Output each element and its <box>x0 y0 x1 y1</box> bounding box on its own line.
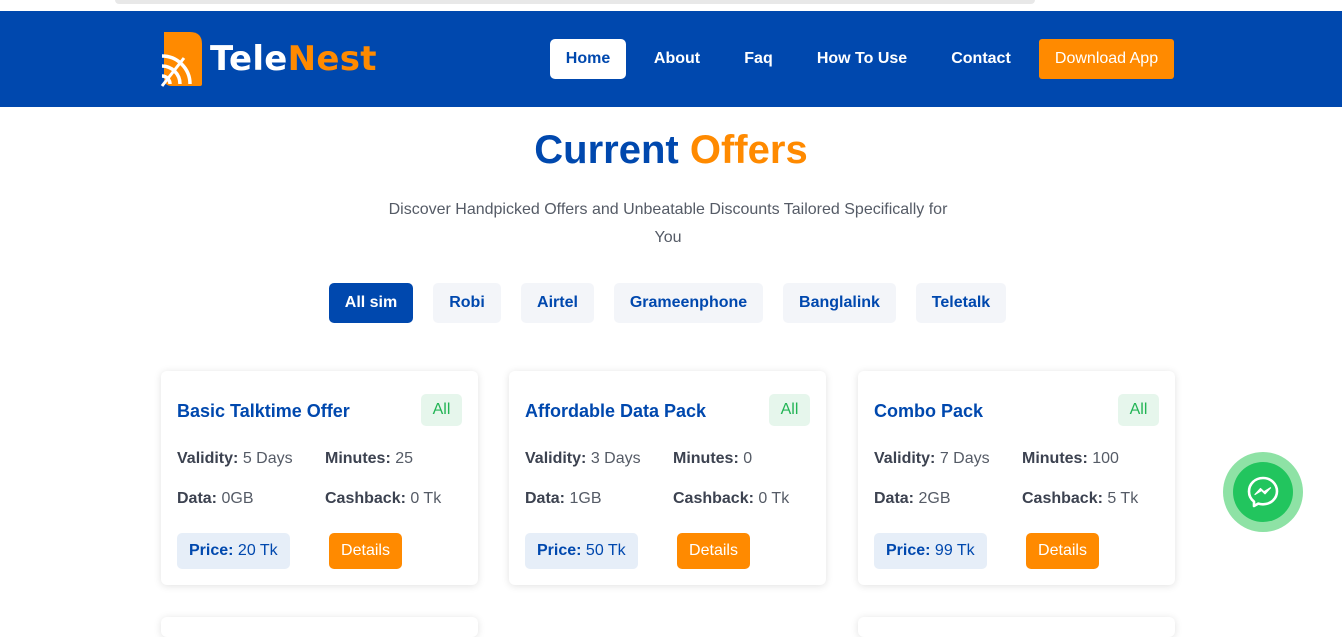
filter-robi[interactable]: Robi <box>433 283 501 323</box>
nav-how-to-use[interactable]: How To Use <box>804 39 920 79</box>
messenger-chat-button[interactable] <box>1223 452 1303 532</box>
offer-card-partial <box>161 617 478 637</box>
minutes-label: Minutes: <box>673 450 739 467</box>
operator-badge: All <box>1118 394 1159 426</box>
page-subtitle: Discover Handpicked Offers and Unbeatabl… <box>388 201 948 246</box>
minutes-field: Minutes: 0 <box>673 450 752 468</box>
site-header: TeleNest Home About Faq How To Use Conta… <box>0 11 1342 107</box>
filter-teletalk[interactable]: Teletalk <box>916 283 1006 323</box>
messenger-chat-inner <box>1233 462 1293 522</box>
operator-badge: All <box>421 394 462 426</box>
cashback-field: Cashback: 0 Tk <box>673 490 789 508</box>
price-value: 99 Tk <box>934 542 975 559</box>
minutes-value: 25 <box>395 450 414 467</box>
price-label: Price: <box>189 542 234 559</box>
nav-about[interactable]: About <box>641 39 713 79</box>
price-tag: Price: 99 Tk <box>874 533 987 569</box>
validity-value: 5 Days <box>242 450 293 467</box>
data-value: 2GB <box>918 490 951 507</box>
validity-field: Validity: 3 Days <box>525 450 641 468</box>
minutes-value: 100 <box>1092 450 1119 467</box>
logo-wifi-icon <box>160 32 202 87</box>
brand-name: TeleNest <box>210 39 377 79</box>
data-field: Data: 0GB <box>177 490 253 508</box>
cashback-value: 0 Tk <box>758 490 790 507</box>
validity-field: Validity: 7 Days <box>874 450 990 468</box>
minutes-field: Minutes: 25 <box>325 450 413 468</box>
details-button[interactable]: Details <box>329 533 402 569</box>
page-title-part2: Offers <box>689 128 808 172</box>
validity-field: Validity: 5 Days <box>177 450 293 468</box>
download-app-button[interactable]: Download App <box>1039 39 1174 79</box>
data-field: Data: 2GB <box>874 490 950 508</box>
price-value: 50 Tk <box>585 542 626 559</box>
data-label: Data: <box>525 490 566 507</box>
validity-value: 3 Days <box>590 450 641 467</box>
top-scroll-bar <box>115 0 1035 4</box>
details-button[interactable]: Details <box>677 533 750 569</box>
cashback-label: Cashback: <box>673 490 754 507</box>
offer-card: Combo Pack All Validity: 7 Days Minutes:… <box>858 371 1175 585</box>
price-value: 20 Tk <box>237 542 278 559</box>
details-button[interactable]: Details <box>1026 533 1099 569</box>
price-tag: Price: 50 Tk <box>525 533 638 569</box>
data-label: Data: <box>177 490 218 507</box>
browser-top-strip <box>0 0 1342 11</box>
price-label: Price: <box>537 542 582 559</box>
validity-label: Validity: <box>874 450 936 467</box>
validity-label: Validity: <box>525 450 587 467</box>
filter-all-sim[interactable]: All sim <box>329 283 413 323</box>
page-title: Current Offers <box>0 128 1342 173</box>
price-label: Price: <box>886 542 931 559</box>
brand-logo[interactable]: TeleNest <box>160 30 377 88</box>
validity-label: Validity: <box>177 450 239 467</box>
offer-title: Combo Pack <box>874 401 984 421</box>
cashback-field: Cashback: 5 Tk <box>1022 490 1138 508</box>
nav-home[interactable]: Home <box>550 39 626 79</box>
offer-title: Affordable Data Pack <box>525 401 707 421</box>
offer-title: Basic Talktime Offer <box>177 401 350 421</box>
offer-card-partial <box>858 617 1175 637</box>
data-value: 0GB <box>221 490 254 507</box>
data-value: 1GB <box>569 490 602 507</box>
minutes-field: Minutes: 100 <box>1022 450 1119 468</box>
page-title-part1: Current <box>534 128 679 172</box>
data-field: Data: 1GB <box>525 490 601 508</box>
validity-value: 7 Days <box>939 450 990 467</box>
minutes-value: 0 <box>743 450 753 467</box>
brand-name-part1: Tele <box>210 39 288 79</box>
filter-airtel[interactable]: Airtel <box>521 283 594 323</box>
cashback-field: Cashback: 0 Tk <box>325 490 441 508</box>
cashback-label: Cashback: <box>1022 490 1103 507</box>
cashback-value: 5 Tk <box>1107 490 1139 507</box>
data-label: Data: <box>874 490 915 507</box>
operator-badge: All <box>769 394 810 426</box>
nav-contact[interactable]: Contact <box>939 39 1023 79</box>
brand-name-part2: Nest <box>287 39 377 79</box>
minutes-label: Minutes: <box>1022 450 1088 467</box>
minutes-label: Minutes: <box>325 450 391 467</box>
filter-grameenphone[interactable]: Grameenphone <box>614 283 763 323</box>
filter-banglalink[interactable]: Banglalink <box>783 283 896 323</box>
cashback-label: Cashback: <box>325 490 406 507</box>
messenger-icon <box>1247 476 1279 508</box>
price-tag: Price: 20 Tk <box>177 533 290 569</box>
cashback-value: 0 Tk <box>410 490 442 507</box>
offer-card: Affordable Data Pack All Validity: 3 Day… <box>509 371 826 585</box>
offer-card: Basic Talktime Offer All Validity: 5 Day… <box>161 371 478 585</box>
nav-faq[interactable]: Faq <box>733 39 784 79</box>
